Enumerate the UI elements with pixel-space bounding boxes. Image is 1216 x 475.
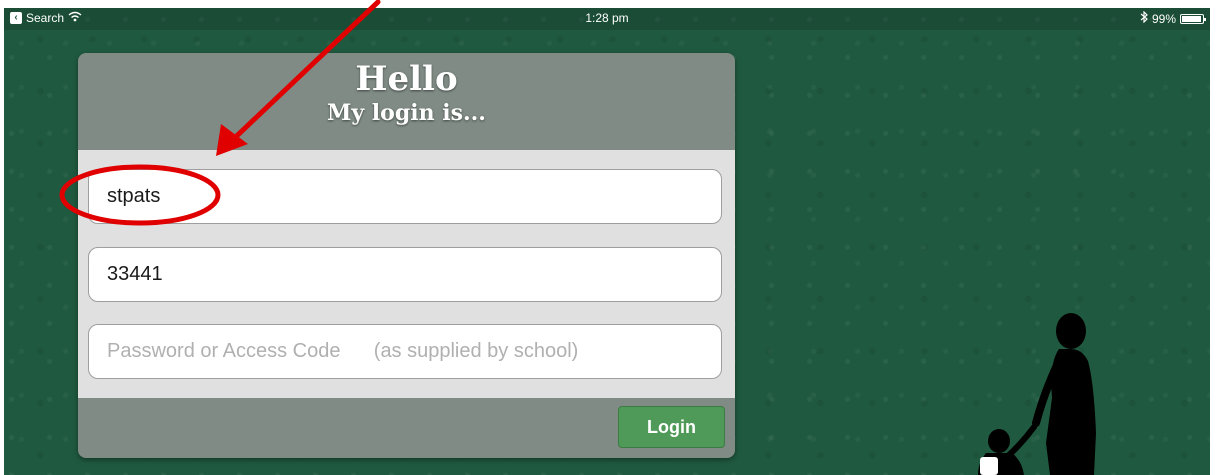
annotation-overlay bbox=[59, 0, 381, 226]
red-highlight-circle bbox=[59, 164, 221, 226]
red-arrow-line bbox=[221, 0, 381, 151]
